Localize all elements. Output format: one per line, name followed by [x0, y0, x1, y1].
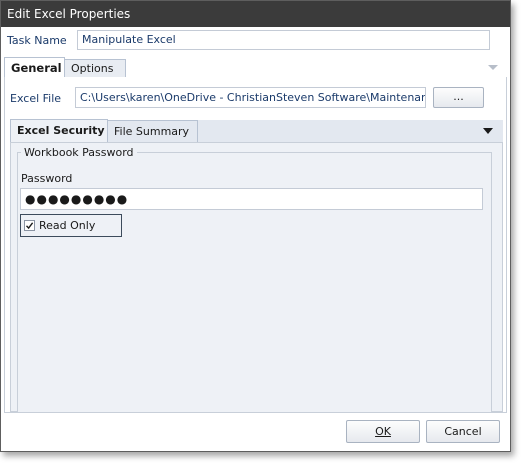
chevron-down-icon[interactable]: [483, 128, 493, 134]
cancel-button-label: Cancel: [444, 425, 482, 438]
workbook-password-group-label: Workbook Password: [21, 146, 137, 159]
task-name-input[interactable]: Manipulate Excel: [77, 30, 490, 50]
excel-security-panel: Workbook Password Password ●●●●●●●●● Rea…: [10, 142, 503, 412]
task-name-label: Task Name: [7, 34, 67, 47]
check-icon: [25, 222, 34, 230]
excel-file-input[interactable]: C:\Users\karen\OneDrive - ChristianSteve…: [75, 87, 426, 108]
tab-file-summary[interactable]: File Summary: [107, 120, 198, 142]
ok-button-label: OK: [375, 425, 391, 438]
password-input[interactable]: ●●●●●●●●●: [20, 188, 483, 210]
excel-file-label: Excel File: [10, 92, 62, 105]
checkbox-box[interactable]: [24, 220, 35, 231]
cancel-button[interactable]: Cancel: [426, 420, 500, 443]
read-only-checkbox[interactable]: Read Only: [20, 214, 122, 237]
ok-button[interactable]: OK: [346, 420, 420, 443]
window-title: Edit Excel Properties: [7, 7, 131, 21]
tab-excel-security[interactable]: Excel Security: [10, 119, 108, 142]
title-bar[interactable]: Edit Excel Properties: [1, 1, 510, 27]
chevron-down-icon[interactable]: [488, 65, 498, 70]
password-label: Password: [21, 172, 73, 185]
tab-general[interactable]: General: [4, 57, 65, 78]
dialog-window: Edit Excel Properties Task Name Manipula…: [0, 0, 511, 452]
general-panel: Excel File C:\Users\karen\OneDrive - Chr…: [4, 77, 507, 413]
browse-button[interactable]: ...: [433, 87, 484, 108]
tab-options[interactable]: Options: [64, 59, 126, 77]
read-only-label: Read Only: [39, 219, 96, 232]
